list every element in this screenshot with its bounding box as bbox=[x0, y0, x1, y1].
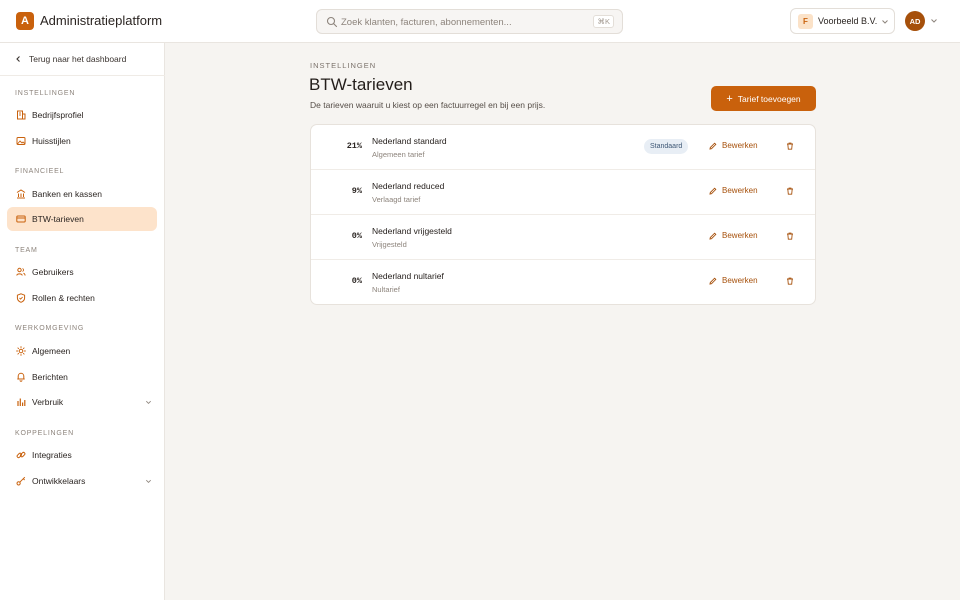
rate-percentage: 21% bbox=[346, 141, 362, 151]
organization-name: Voorbeeld B.V. bbox=[818, 16, 878, 26]
sidebar-item-rollen-en-rechten[interactable]: Rollen & rechten bbox=[7, 286, 157, 310]
organization-switcher[interactable]: F Voorbeeld B.V. bbox=[790, 8, 895, 34]
rate-row: 21% Nederland standard Algemeen tarief S… bbox=[311, 125, 815, 170]
sun-icon bbox=[16, 346, 26, 356]
chevron-down-icon bbox=[882, 20, 888, 24]
sidebar-item-label: Verbruik bbox=[32, 397, 64, 407]
sidebar-item-label: Integraties bbox=[32, 450, 72, 460]
image-icon bbox=[16, 137, 26, 145]
page-eyebrow: INSTELLINGEN bbox=[310, 61, 377, 70]
section-title-financieel: FINANCIEEL bbox=[15, 168, 65, 175]
search-input[interactable] bbox=[341, 14, 581, 30]
rate-row: 9% Nederland reduced Verlaagd tarief Bew… bbox=[311, 170, 815, 215]
bank-icon bbox=[16, 189, 26, 199]
sidebar-item-gebruikers[interactable]: Gebruikers bbox=[7, 260, 157, 284]
app-title: Administratieplatform bbox=[40, 13, 163, 28]
sidebar-item-integraties[interactable]: Integraties bbox=[7, 443, 157, 467]
link-icon bbox=[16, 451, 26, 459]
rate-row: 0% Nederland vrijgesteld Vrijgesteld Bew… bbox=[311, 215, 815, 260]
pencil-icon bbox=[709, 142, 717, 150]
back-label: Terug naar het dashboard bbox=[29, 54, 127, 64]
rate-description: Vrijgesteld bbox=[372, 240, 407, 249]
rate-row: 0% Nederland nultarief Nultarief Bewerke… bbox=[311, 260, 815, 304]
rate-name: Nederland reduced bbox=[372, 181, 445, 191]
trash-icon[interactable] bbox=[786, 232, 794, 240]
edit-label: Bewerken bbox=[722, 186, 758, 195]
chevron-left-icon bbox=[16, 56, 20, 62]
pencil-icon bbox=[709, 187, 717, 195]
rate-description: Nultarief bbox=[372, 285, 400, 294]
edit-button[interactable]: Bewerken bbox=[709, 231, 758, 240]
rate-name: Nederland nultarief bbox=[372, 271, 444, 281]
rate-description: Verlaagd tarief bbox=[372, 195, 421, 204]
sidebar: Terug naar het dashboard INSTELLINGEN Be… bbox=[0, 43, 165, 600]
search-shortcut: ⌘K bbox=[593, 15, 614, 28]
trash-icon[interactable] bbox=[786, 142, 794, 150]
default-badge: Standaard bbox=[644, 139, 689, 154]
sidebar-item-banken-en-kassen[interactable]: Banken en kassen bbox=[7, 182, 157, 206]
page-subtitle: De tarieven waaruit u kiest op een factu… bbox=[310, 100, 546, 110]
chevron-down-icon bbox=[146, 400, 151, 404]
sidebar-item-berichten[interactable]: Berichten bbox=[7, 365, 157, 389]
card-icon bbox=[16, 215, 26, 223]
organization-badge: F bbox=[798, 14, 813, 29]
edit-button[interactable]: Bewerken bbox=[709, 276, 758, 285]
sidebar-item-label: Gebruikers bbox=[32, 267, 74, 277]
edit-label: Bewerken bbox=[722, 141, 758, 150]
sidebar-item-label: BTW-tarieven bbox=[32, 214, 84, 224]
bar-chart-icon bbox=[17, 398, 26, 406]
building-icon bbox=[17, 110, 26, 120]
edit-button[interactable]: Bewerken bbox=[709, 141, 758, 150]
top-bar: A Administratieplatform ⌘K F Voorbeeld B… bbox=[0, 0, 960, 43]
section-title-werkomgeving: WERKOMGEVING bbox=[15, 325, 85, 332]
rate-name: Nederland standard bbox=[372, 136, 447, 146]
edit-label: Bewerken bbox=[722, 276, 758, 285]
section-title-instellingen: INSTELLINGEN bbox=[15, 90, 76, 97]
sidebar-item-bedrijfsprofiel[interactable]: Bedrijfsprofiel bbox=[7, 103, 157, 127]
sidebar-item-label: Ontwikkelaars bbox=[32, 476, 86, 486]
rate-percentage: 0% bbox=[351, 276, 362, 286]
section-title-koppelingen: KOPPELINGEN bbox=[15, 430, 74, 437]
page-title: BTW-tarieven bbox=[309, 75, 413, 94]
section-title-team: TEAM bbox=[15, 247, 38, 254]
back-to-dashboard-link[interactable]: Terug naar het dashboard bbox=[0, 43, 165, 76]
sidebar-item-verbruik[interactable]: Verbruik bbox=[7, 390, 157, 414]
app-logo[interactable]: A bbox=[16, 12, 34, 30]
sidebar-item-huisstijlen[interactable]: Huisstijlen bbox=[7, 129, 157, 153]
rate-name: Nederland vrijgesteld bbox=[372, 226, 452, 236]
sidebar-item-label: Rollen & rechten bbox=[32, 293, 95, 303]
chevron-down-icon bbox=[146, 479, 151, 483]
sidebar-item-algemeen[interactable]: Algemeen bbox=[7, 339, 157, 363]
sidebar-item-ontwikkelaars[interactable]: Ontwikkelaars bbox=[7, 469, 157, 493]
search-icon bbox=[326, 16, 338, 28]
plus-icon: + bbox=[726, 92, 733, 105]
pencil-icon bbox=[709, 232, 717, 240]
sidebar-item-label: Huisstijlen bbox=[32, 136, 71, 146]
sidebar-item-btw-tarieven[interactable]: BTW-tarieven bbox=[7, 207, 157, 231]
trash-icon[interactable] bbox=[786, 277, 794, 285]
sidebar-item-label: Algemeen bbox=[32, 346, 71, 356]
key-icon bbox=[16, 476, 26, 486]
chevron-down-icon[interactable] bbox=[930, 17, 938, 25]
bell-icon bbox=[17, 372, 25, 382]
sidebar-item-label: Bedrijfsprofiel bbox=[32, 110, 84, 120]
rate-percentage: 0% bbox=[351, 231, 362, 241]
users-icon bbox=[16, 267, 26, 276]
sidebar-item-label: Berichten bbox=[32, 372, 68, 382]
pencil-icon bbox=[709, 277, 717, 285]
edit-label: Bewerken bbox=[722, 231, 758, 240]
search-box[interactable]: ⌘K bbox=[316, 9, 623, 34]
add-rate-label: Tarief toevoegen bbox=[737, 93, 801, 104]
rate-percentage: 9% bbox=[351, 186, 362, 196]
rate-description: Algemeen tarief bbox=[372, 150, 425, 159]
trash-icon[interactable] bbox=[786, 187, 794, 195]
rates-list: 21% Nederland standard Algemeen tarief S… bbox=[310, 124, 816, 305]
sidebar-item-label: Banken en kassen bbox=[32, 189, 102, 199]
user-avatar[interactable]: AD bbox=[905, 11, 925, 31]
edit-button[interactable]: Bewerken bbox=[709, 186, 758, 195]
add-rate-button[interactable]: + Tarief toevoegen bbox=[711, 86, 816, 111]
shield-icon bbox=[16, 293, 26, 303]
